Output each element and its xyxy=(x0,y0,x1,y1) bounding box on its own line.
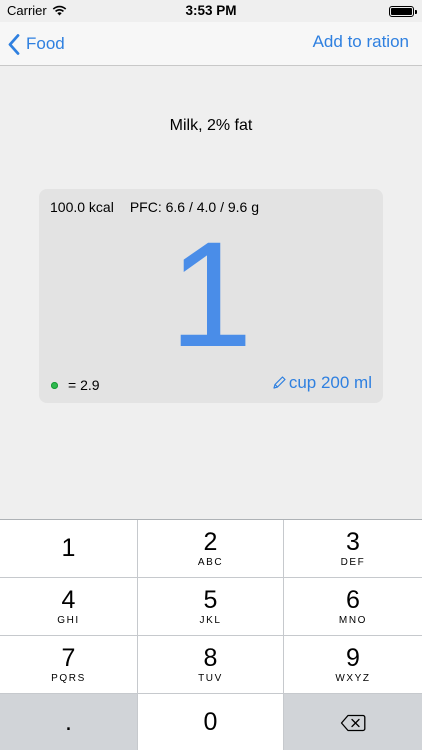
key-4[interactable]: 4 GHI xyxy=(0,578,138,635)
key-digit: 6 xyxy=(346,586,360,614)
key-6[interactable]: 6 MNO xyxy=(284,578,422,635)
navigation-bar: Food Add to ration xyxy=(0,22,422,66)
key-digit: 0 xyxy=(203,708,218,736)
unit-selector[interactable]: cup 200 ml xyxy=(271,373,372,393)
status-time: 3:53 PM xyxy=(185,3,237,18)
back-chevron-icon xyxy=(8,33,20,55)
key-letters: PQRS xyxy=(51,673,86,684)
food-name: Milk, 2% fat xyxy=(169,117,253,134)
key-digit: 1 xyxy=(61,534,76,562)
key-letters: ABC xyxy=(197,557,224,568)
app: Carrier 3:53 PM Food Add to ration Milk,… xyxy=(0,0,422,750)
key-letters: TUV xyxy=(198,673,223,684)
key-digit: 4 xyxy=(61,586,76,614)
key-digit: . xyxy=(65,708,72,736)
key-digit: 3 xyxy=(346,528,360,556)
battery-icon xyxy=(389,6,417,17)
key-5[interactable]: 5 JKL xyxy=(138,578,284,635)
unit-label: cup 200 ml xyxy=(288,373,372,392)
key-1[interactable]: 1 xyxy=(0,520,138,577)
key-9[interactable]: 9 WXYZ xyxy=(284,636,422,693)
key-letters: MNO xyxy=(338,615,368,626)
key-letters: GHI xyxy=(57,615,80,626)
key-digit: 8 xyxy=(203,644,218,672)
back-button[interactable]: Food xyxy=(8,30,65,58)
key-7[interactable]: 7 PQRS xyxy=(0,636,138,693)
energy-value: 100.0 kcal xyxy=(50,199,114,215)
points-dot-icon xyxy=(51,381,58,389)
points-value: = 2.9 xyxy=(68,377,100,393)
key-2[interactable]: 2 ABC xyxy=(138,520,284,577)
key-decimal[interactable]: . xyxy=(0,694,138,750)
status-bar: Carrier 3:53 PM xyxy=(0,0,422,22)
backspace-icon xyxy=(340,714,366,731)
key-letters: WXYZ xyxy=(335,673,371,684)
back-label: Food xyxy=(26,34,65,53)
key-backspace[interactable] xyxy=(284,694,422,750)
key-letters: JKL xyxy=(199,615,222,626)
points-indicator: = 2.9 xyxy=(51,377,100,393)
key-digit: 9 xyxy=(346,644,360,672)
key-digit: 2 xyxy=(203,528,218,556)
numeric-keypad: 1 2 ABC 3 DEF 4 GHI 5 JKL 6 MNO 7 PQRS 8… xyxy=(0,519,422,750)
key-digit: 7 xyxy=(61,644,76,672)
add-to-ration-button[interactable]: Add to ration xyxy=(313,32,409,52)
key-8[interactable]: 8 TUV xyxy=(138,636,284,693)
pencil-icon xyxy=(273,376,286,389)
portion-card: 100.0 kcal PFC: 6.6 / 4.0 / 9.6 g 1 = 2.… xyxy=(39,189,383,403)
key-3[interactable]: 3 DEF xyxy=(284,520,422,577)
key-digit: 5 xyxy=(203,586,218,614)
key-0[interactable]: 0 xyxy=(138,694,284,750)
portion-quantity: 1 xyxy=(169,210,253,378)
battery-fill xyxy=(391,8,412,15)
key-letters: DEF xyxy=(340,557,366,568)
